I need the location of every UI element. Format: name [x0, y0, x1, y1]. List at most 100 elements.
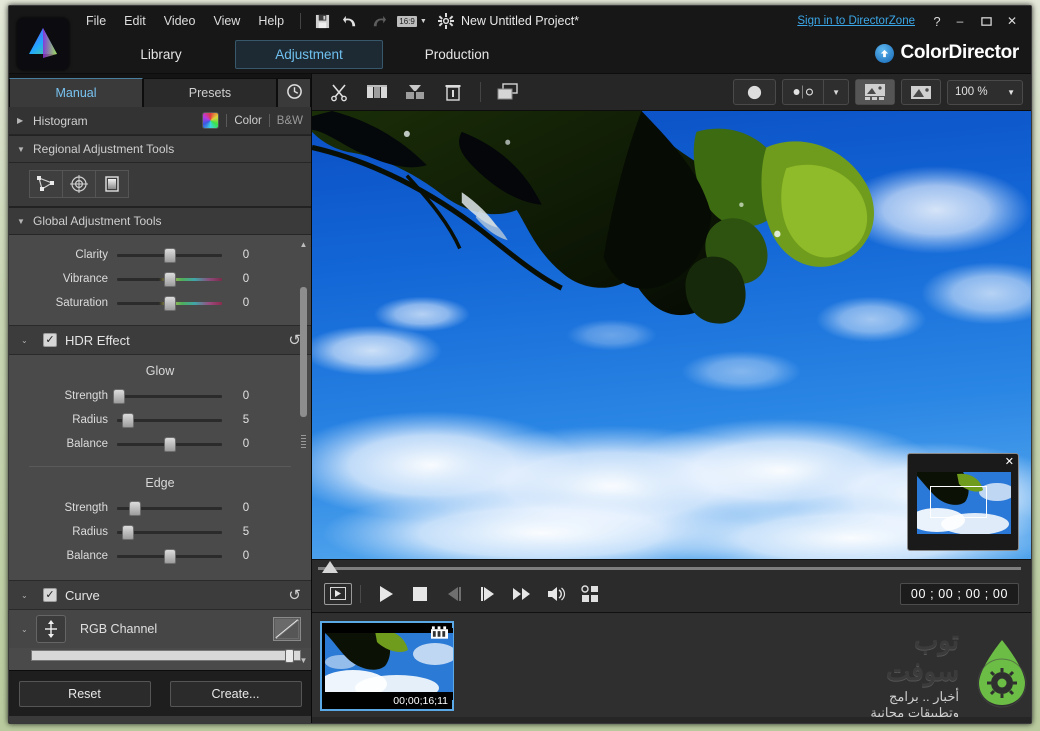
row-rgb-channel[interactable]: ⌄ RGB Channel	[9, 610, 311, 648]
video-preview[interactable]: ✕	[312, 111, 1031, 559]
menu-video[interactable]: Video	[155, 11, 205, 31]
create-button[interactable]: Create...	[169, 680, 302, 707]
delete-trash-icon[interactable]	[434, 78, 472, 106]
slider-knob[interactable]	[163, 271, 176, 287]
aspect-ratio-icon[interactable]: 16:9 ▼	[394, 10, 430, 32]
save-icon[interactable]	[310, 10, 334, 32]
section-histogram[interactable]: ▶ Histogram Color B&W	[9, 107, 311, 135]
menu-edit[interactable]: Edit	[115, 11, 155, 31]
reset-button[interactable]: Reset	[18, 680, 151, 707]
fast-forward-button[interactable]	[505, 581, 539, 607]
section-regional-tools[interactable]: ▼ Regional Adjustment Tools	[9, 135, 311, 163]
slider-edge-radius[interactable]: Radius 5	[9, 520, 311, 544]
split-view-icon[interactable]	[856, 80, 894, 104]
zoom-level-select[interactable]: 100 % ▼	[947, 79, 1023, 105]
mode-library[interactable]: Library	[87, 40, 235, 69]
slider-knob[interactable]	[163, 436, 176, 452]
stop-button[interactable]	[403, 581, 437, 607]
slider-glow-radius[interactable]: Radius 5	[9, 408, 311, 432]
volume-button[interactable]	[539, 581, 573, 607]
grid-view-button[interactable]	[573, 581, 607, 607]
slider-track[interactable]	[117, 271, 222, 287]
slider-knob[interactable]	[163, 295, 176, 311]
scrubber-track[interactable]	[318, 567, 1021, 570]
group-hdr-effect[interactable]: ⌄ ✓ HDR Effect ↺	[9, 325, 311, 355]
slider-glow-strength[interactable]: Strength 0	[9, 384, 311, 408]
navigator-overlay[interactable]: ✕	[907, 453, 1019, 551]
curve-strip-handle[interactable]	[285, 649, 294, 663]
timeline-scrubber[interactable]	[312, 559, 1031, 575]
histogram-bw-mode[interactable]: B&W	[277, 115, 303, 127]
minimize-button[interactable]: –	[947, 10, 973, 32]
tab-manual[interactable]: Manual	[9, 78, 143, 107]
slider-clarity[interactable]: Clarity 0	[9, 243, 311, 267]
help-icon[interactable]: ?	[927, 14, 947, 29]
section-global-tools[interactable]: ▼ Global Adjustment Tools	[9, 207, 311, 235]
clip-thumbnail[interactable]: 00;00;16;11	[320, 621, 454, 711]
scrubber-handle[interactable]	[322, 561, 338, 573]
undo-icon[interactable]	[338, 10, 362, 32]
close-button[interactable]: ✕	[999, 10, 1025, 32]
menu-help[interactable]: Help	[249, 11, 293, 31]
slider-track[interactable]	[113, 388, 222, 404]
merge-clips-icon[interactable]	[396, 78, 434, 106]
slider-knob[interactable]	[163, 548, 176, 564]
slider-saturation[interactable]: Saturation 0	[9, 291, 311, 315]
scroll-down-arrow-icon[interactable]: ▼	[298, 655, 309, 666]
maximize-button[interactable]	[973, 10, 999, 32]
slider-track[interactable]	[117, 524, 222, 540]
slider-track[interactable]	[117, 548, 222, 564]
compare-dropdown-caret[interactable]: ▼	[823, 80, 848, 104]
tab-history[interactable]	[277, 78, 311, 107]
tray-scrollbar[interactable]	[312, 717, 1031, 723]
mask-circle-icon[interactable]	[734, 80, 775, 104]
slider-track[interactable]	[117, 295, 222, 311]
mode-adjustment[interactable]: Adjustment	[235, 40, 383, 69]
sign-in-link[interactable]: Sign in to DirectorZone	[797, 15, 915, 27]
color-wheel-icon[interactable]	[202, 112, 220, 129]
single-view-icon[interactable]	[902, 80, 940, 104]
hdr-effect-checkbox[interactable]: ✓	[43, 333, 57, 347]
cut-scissors-icon[interactable]	[320, 78, 358, 106]
timecode-display[interactable]: 00 ; 00 ; 00 ; 00	[899, 582, 1019, 605]
compare-dots-icon[interactable]	[783, 80, 823, 104]
selection-mask-icon[interactable]	[29, 170, 63, 198]
next-frame-button[interactable]	[471, 581, 505, 607]
slider-knob[interactable]	[121, 412, 134, 428]
slider-track[interactable]	[117, 436, 222, 452]
slider-knob[interactable]	[163, 247, 176, 263]
prev-frame-button[interactable]	[437, 581, 471, 607]
duplicate-window-icon[interactable]	[489, 78, 527, 106]
slider-edge-strength[interactable]: Strength 0	[9, 496, 311, 520]
settings-gear-icon[interactable]	[434, 10, 458, 32]
navigator-close-icon[interactable]: ✕	[1005, 455, 1014, 468]
gradient-mask-icon[interactable]	[95, 170, 129, 198]
curve-gradient-strip[interactable]	[31, 649, 301, 663]
tab-presets[interactable]: Presets	[143, 78, 277, 107]
slider-vibrance[interactable]: Vibrance 0	[9, 267, 311, 291]
curve-graph-icon[interactable]	[273, 617, 301, 641]
slider-glow-balance[interactable]: Balance 0	[9, 432, 311, 456]
slider-knob[interactable]	[128, 500, 141, 516]
radial-gradient-icon[interactable]	[62, 170, 96, 198]
slider-track[interactable]	[117, 247, 222, 263]
navigator-viewport-rect[interactable]	[930, 486, 987, 518]
curve-checkbox[interactable]: ✓	[43, 588, 57, 602]
frame-marker-button[interactable]	[324, 582, 352, 605]
split-clips-icon[interactable]	[358, 78, 396, 106]
mode-production[interactable]: Production	[383, 40, 531, 69]
slider-edge-balance[interactable]: Balance 0	[9, 544, 311, 568]
histogram-color-mode[interactable]: Color	[234, 115, 261, 127]
slider-knob[interactable]	[113, 388, 126, 404]
vertical-move-icon[interactable]	[36, 615, 66, 643]
scrollbar-thumb[interactable]	[300, 287, 307, 417]
panel-scrollbar[interactable]: ▲ ▼	[298, 239, 309, 666]
menu-file[interactable]: File	[77, 11, 115, 31]
group-curve[interactable]: ⌄ ✓ Curve ↺	[9, 580, 311, 610]
slider-knob[interactable]	[121, 524, 134, 540]
menu-view[interactable]: View	[204, 11, 249, 31]
play-button[interactable]	[369, 581, 403, 607]
scroll-up-arrow-icon[interactable]: ▲	[298, 239, 309, 250]
slider-track[interactable]	[117, 412, 222, 428]
slider-track[interactable]	[117, 500, 222, 516]
